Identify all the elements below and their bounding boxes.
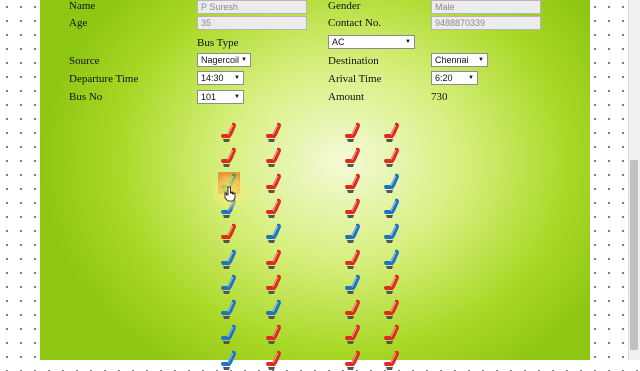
departure-time-label: Departure Time: [69, 73, 139, 85]
seat-booked-icon[interactable]: [342, 146, 364, 168]
seat-booked-icon[interactable]: [381, 146, 403, 168]
seat-booked-icon[interactable]: [342, 323, 364, 345]
age-label: Age: [69, 17, 88, 29]
seat-booked-icon[interactable]: [263, 248, 285, 270]
booking-panel: [40, 0, 590, 360]
source-label: Source: [69, 55, 100, 67]
seat-booked-icon[interactable]: [263, 273, 285, 295]
name-field[interactable]: P Suresh: [197, 0, 307, 14]
contact-label: Contact No.: [328, 17, 382, 29]
seat-booked-icon[interactable]: [381, 121, 403, 143]
name-label: Name: [69, 0, 96, 12]
arrival-time-label: Arival Time: [328, 73, 382, 85]
seat-available-icon[interactable]: [218, 298, 240, 320]
source-select[interactable]: Nagercoil ▼: [197, 53, 251, 67]
seat-booked-icon[interactable]: [263, 172, 285, 194]
seat-booked-icon[interactable]: [263, 121, 285, 143]
bus-no-value: 101: [201, 92, 217, 102]
destination-select[interactable]: Chennai ▼: [431, 53, 488, 67]
seat-booked-icon[interactable]: [342, 197, 364, 219]
seat-available-icon[interactable]: [218, 248, 240, 270]
contact-field[interactable]: 9488870339: [431, 16, 541, 30]
bus-type-value: AC: [332, 37, 345, 47]
gender-label: Gender: [328, 0, 361, 12]
seat-available-icon[interactable]: [218, 273, 240, 295]
bus-no-select[interactable]: 101 ▼: [197, 90, 244, 104]
departure-time-value: 14:30: [201, 73, 224, 83]
source-value: Nagercoil: [201, 55, 240, 65]
seat-booked-icon[interactable]: [342, 121, 364, 143]
amount-value: 730: [431, 91, 448, 103]
gender-field[interactable]: Male: [431, 0, 541, 14]
seat-booked-icon[interactable]: [263, 323, 285, 345]
seat-booked-icon[interactable]: [218, 222, 240, 244]
bus-no-label: Bus No: [69, 91, 103, 103]
arrival-time-select[interactable]: 6:20 ▼: [431, 71, 478, 85]
seat-booked-icon[interactable]: [342, 172, 364, 194]
seat-booked-icon[interactable]: [263, 197, 285, 219]
seat-available-icon[interactable]: [381, 197, 403, 219]
seat-available-icon[interactable]: [381, 172, 403, 194]
arrival-time-value: 6:20: [435, 73, 453, 83]
seat-available-icon[interactable]: [218, 323, 240, 345]
seat-available-icon[interactable]: [381, 222, 403, 244]
chevron-down-icon: ▼: [405, 39, 411, 45]
bus-type-select[interactable]: AC ▼: [328, 35, 415, 49]
seat-available-icon[interactable]: [263, 298, 285, 320]
destination-label: Destination: [328, 55, 379, 67]
bus-type-label: Bus Type: [197, 37, 239, 49]
amount-label: Amount: [328, 91, 365, 103]
chevron-down-icon: ▼: [241, 57, 247, 63]
seat-booked-icon[interactable]: [381, 323, 403, 345]
departure-time-select[interactable]: 14:30 ▼: [197, 71, 244, 85]
age-field[interactable]: 35: [197, 16, 307, 30]
seat-booked-icon[interactable]: [218, 146, 240, 168]
seat-booked-icon[interactable]: [342, 298, 364, 320]
hand-cursor-icon: [224, 186, 236, 202]
seat-booked-icon[interactable]: [218, 121, 240, 143]
seat-booked-icon[interactable]: [381, 273, 403, 295]
chevron-down-icon: ▼: [234, 75, 240, 81]
chevron-down-icon: ▼: [234, 94, 240, 100]
chevron-down-icon: ▼: [468, 75, 474, 81]
seat-available-icon[interactable]: [263, 222, 285, 244]
scrollbar-thumb[interactable]: [630, 160, 638, 350]
seat-available-icon[interactable]: [342, 222, 364, 244]
seat-available-icon[interactable]: [381, 248, 403, 270]
chevron-down-icon: ▼: [478, 57, 484, 63]
seat-available-icon[interactable]: [342, 273, 364, 295]
seat-booked-icon[interactable]: [342, 248, 364, 270]
destination-value: Chennai: [435, 55, 469, 65]
seat-booked-icon[interactable]: [263, 146, 285, 168]
seat-booked-icon[interactable]: [381, 298, 403, 320]
